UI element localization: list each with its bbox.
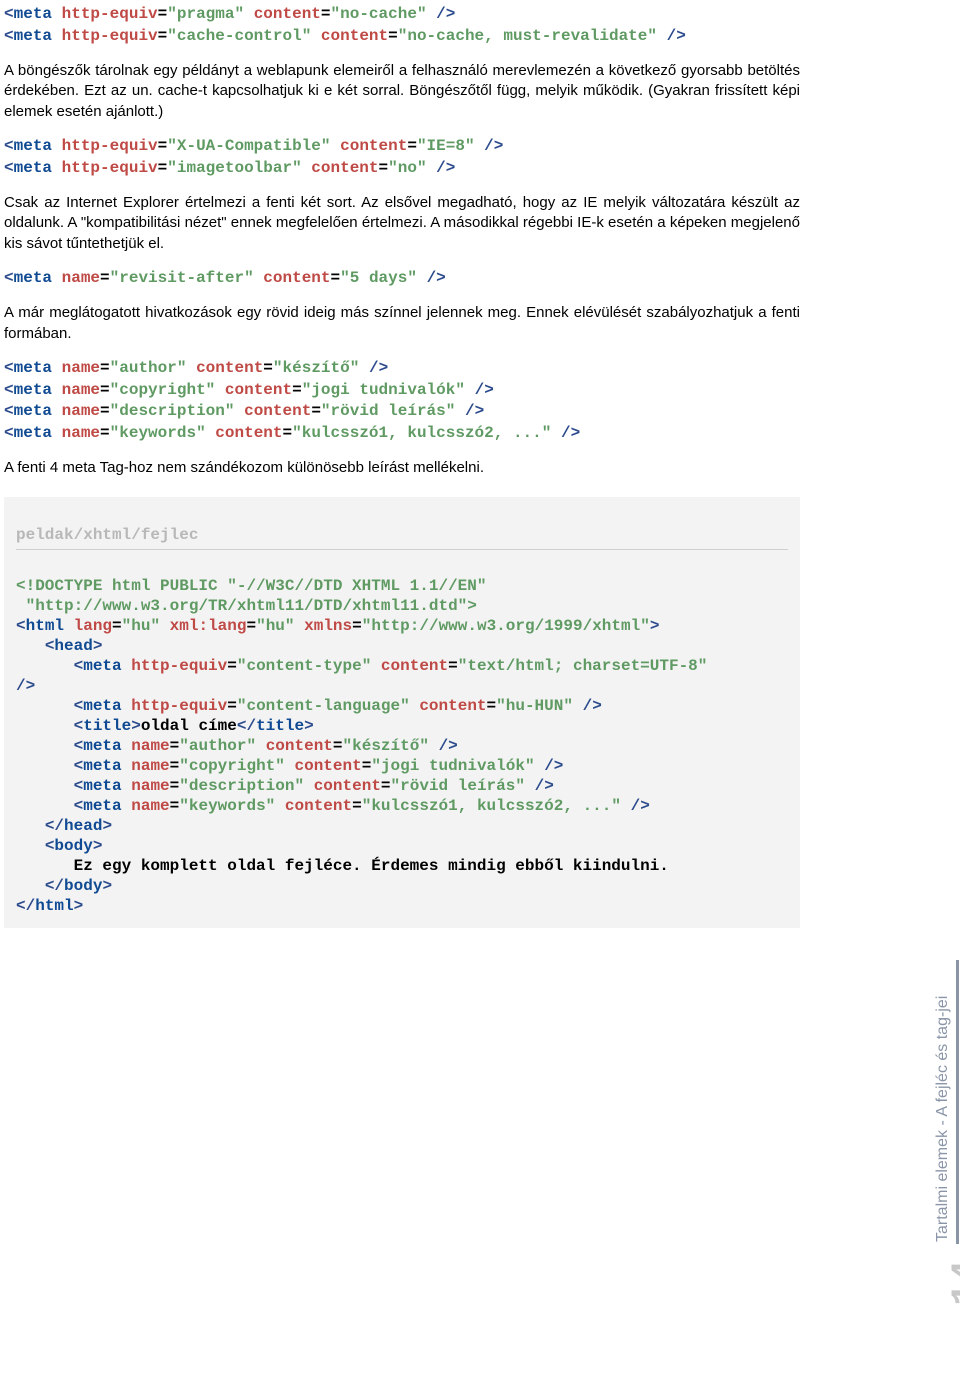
section-label: Tartalmi elemek - A fejléc és tag-jei: [932, 960, 959, 1244]
code-meta-cache-control: <meta http-equiv="cache-control" content…: [4, 26, 800, 48]
code-meta-revisit: <meta name="revisit-after" content="5 da…: [4, 268, 800, 290]
code-meta-imagetoolbar: <meta http-equiv="imagetoolbar" content=…: [4, 158, 800, 180]
body-open: <body>: [45, 837, 103, 855]
ex-meta-author: <meta name="author" content="készítő" />: [74, 737, 458, 755]
body-close: </body>: [45, 877, 112, 895]
code-meta-copyright: <meta name="copyright" content="jogi tud…: [4, 380, 800, 402]
paragraph-revisit: A már meglátogatott hivatkozások egy röv…: [4, 303, 800, 344]
ex-meta1-close: />: [16, 677, 35, 695]
paragraph-ie: Csak az Internet Explorer értelmezi a fe…: [4, 193, 800, 254]
code-meta-author: <meta name="author" content="készítő" />: [4, 358, 800, 380]
html-close: </html>: [16, 897, 83, 915]
code-meta-xua: <meta http-equiv="X-UA-Compatible" conte…: [4, 136, 800, 158]
html-open: <html lang="hu" xml:lang="hu" xmlns="htt…: [16, 617, 659, 635]
code-meta-description: <meta name="description" content="rövid …: [4, 401, 800, 423]
ex-meta-content-language: <meta http-equiv="content-language" cont…: [74, 697, 602, 715]
ex-meta-description: <meta name="description" content="rövid …: [74, 777, 554, 795]
ex-meta-content-type: <meta http-equiv="content-type" content=…: [74, 657, 717, 675]
code-meta-keywords: <meta name="keywords" content="kulcsszó1…: [4, 423, 800, 445]
code-meta-pragma: <meta http-equiv="pragma" content="no-ca…: [4, 4, 800, 26]
doctype-line1: <!DOCTYPE html PUBLIC "-//W3C//DTD XHTML…: [16, 577, 486, 595]
main-content: <meta http-equiv="pragma" content="no-ca…: [4, 4, 800, 928]
doctype-line2: "http://www.w3.org/TR/xhtml11/DTD/xhtml1…: [16, 597, 477, 615]
ex-meta-keywords: <meta name="keywords" content="kulcsszó1…: [74, 797, 650, 815]
paragraph-meta4: A fenti 4 meta Tag-hoz nem szándékozom k…: [4, 458, 800, 478]
head-open: <head>: [45, 637, 103, 655]
example-code-block: peldak/xhtml/fejlec <!DOCTYPE html PUBLI…: [4, 497, 800, 928]
head-close: </head>: [45, 817, 112, 835]
paragraph-cache: A böngészők tárolnak egy példányt a webl…: [4, 61, 800, 122]
ex-meta-copyright: <meta name="copyright" content="jogi tud…: [74, 757, 564, 775]
ex-title-tag: <title>oldal címe</title>: [74, 717, 314, 735]
page-number: 14: [942, 1260, 960, 1306]
example-title: peldak/xhtml/fejlec: [16, 525, 788, 550]
body-text: Ez egy komplett oldal fejléce. Érdemes m…: [74, 857, 669, 875]
